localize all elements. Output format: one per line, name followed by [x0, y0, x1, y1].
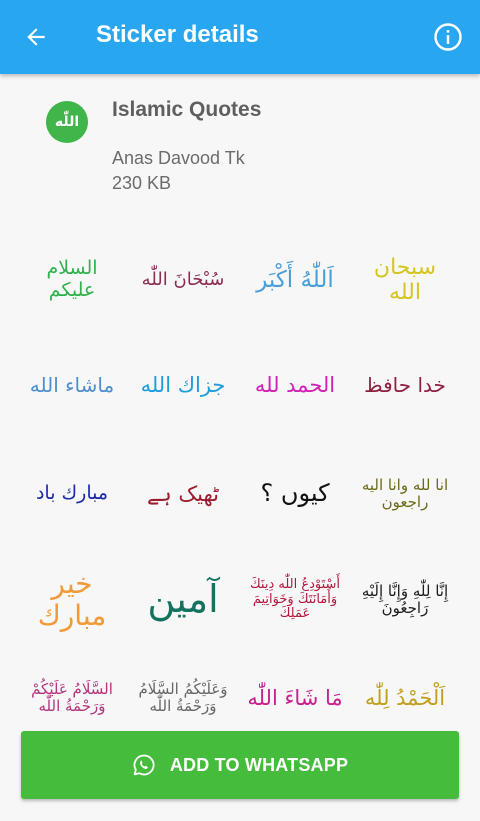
info-icon	[434, 23, 462, 51]
sticker-item[interactable]: سبحان الله	[355, 232, 455, 328]
sticker-item[interactable]: اَلْحَمْدُ لِلّٰه	[355, 650, 455, 726]
sticker-item[interactable]: الحمد لله	[245, 337, 345, 433]
whatsapp-icon	[133, 754, 155, 776]
sticker-item[interactable]: آمين	[133, 552, 233, 648]
pack-author: Anas Davood Tk	[112, 148, 245, 168]
sticker-grid: السلام عليكم سُبْحَانَ اللّٰه اَللّٰهُ أ…	[0, 226, 480, 726]
sticker-item[interactable]: خير مبارك	[22, 552, 122, 648]
sticker-item[interactable]: خدا حافظ	[355, 337, 455, 433]
add-button-label: ADD TO WHATSAPP	[169, 754, 349, 775]
arrow-left-icon	[27, 28, 45, 46]
sticker-item[interactable]: جزاك الله	[133, 337, 233, 433]
back-button[interactable]	[18, 19, 54, 55]
add-to-whatsapp-button[interactable]: ADD TO WHATSAPP	[21, 731, 459, 799]
pack-tray-icon: اللّٰه	[46, 101, 88, 143]
sticker-item[interactable]: اَللّٰهُ أَكْبَر	[245, 232, 345, 328]
sticker-item[interactable]: مَا شَاءَ اللّٰه	[245, 650, 345, 726]
sticker-item[interactable]: کیوں ؟	[245, 446, 345, 542]
sticker-item[interactable]: مبارك باد	[22, 446, 122, 542]
sticker-item[interactable]: أَسْتَوْدِعُ اللّٰه دِينَكَ وَأَمَانَتَك…	[245, 552, 345, 648]
sticker-item[interactable]: وَعَلَيْكُمُ السَّلَامُ وَرَحْمَةُ اللّٰ…	[133, 650, 233, 726]
sticker-item[interactable]: السلام عليكم	[22, 232, 122, 328]
app-bar: Sticker details	[0, 0, 480, 74]
sticker-item[interactable]: انا لله وانا اليه راجعون	[355, 446, 455, 542]
pack-size: 230 KB	[112, 173, 172, 193]
sticker-item[interactable]: ٹھیک ہے	[133, 446, 233, 542]
sticker-item[interactable]: سُبْحَانَ اللّٰه	[133, 232, 233, 328]
page-title: Sticker details	[96, 21, 259, 48]
sticker-item[interactable]: ماشاء الله	[22, 337, 122, 433]
sticker-item[interactable]: إِنَّا لِلّٰهِ وَإِنَّا إِلَيْهِ رَاجِعُ…	[355, 552, 455, 648]
info-button[interactable]	[430, 19, 466, 55]
sticker-item[interactable]: السَّلَامُ عَلَيْكُمْ وَرَحْمَةُ اللّٰه	[22, 650, 122, 726]
pack-name: Islamic Quotes	[112, 98, 262, 121]
